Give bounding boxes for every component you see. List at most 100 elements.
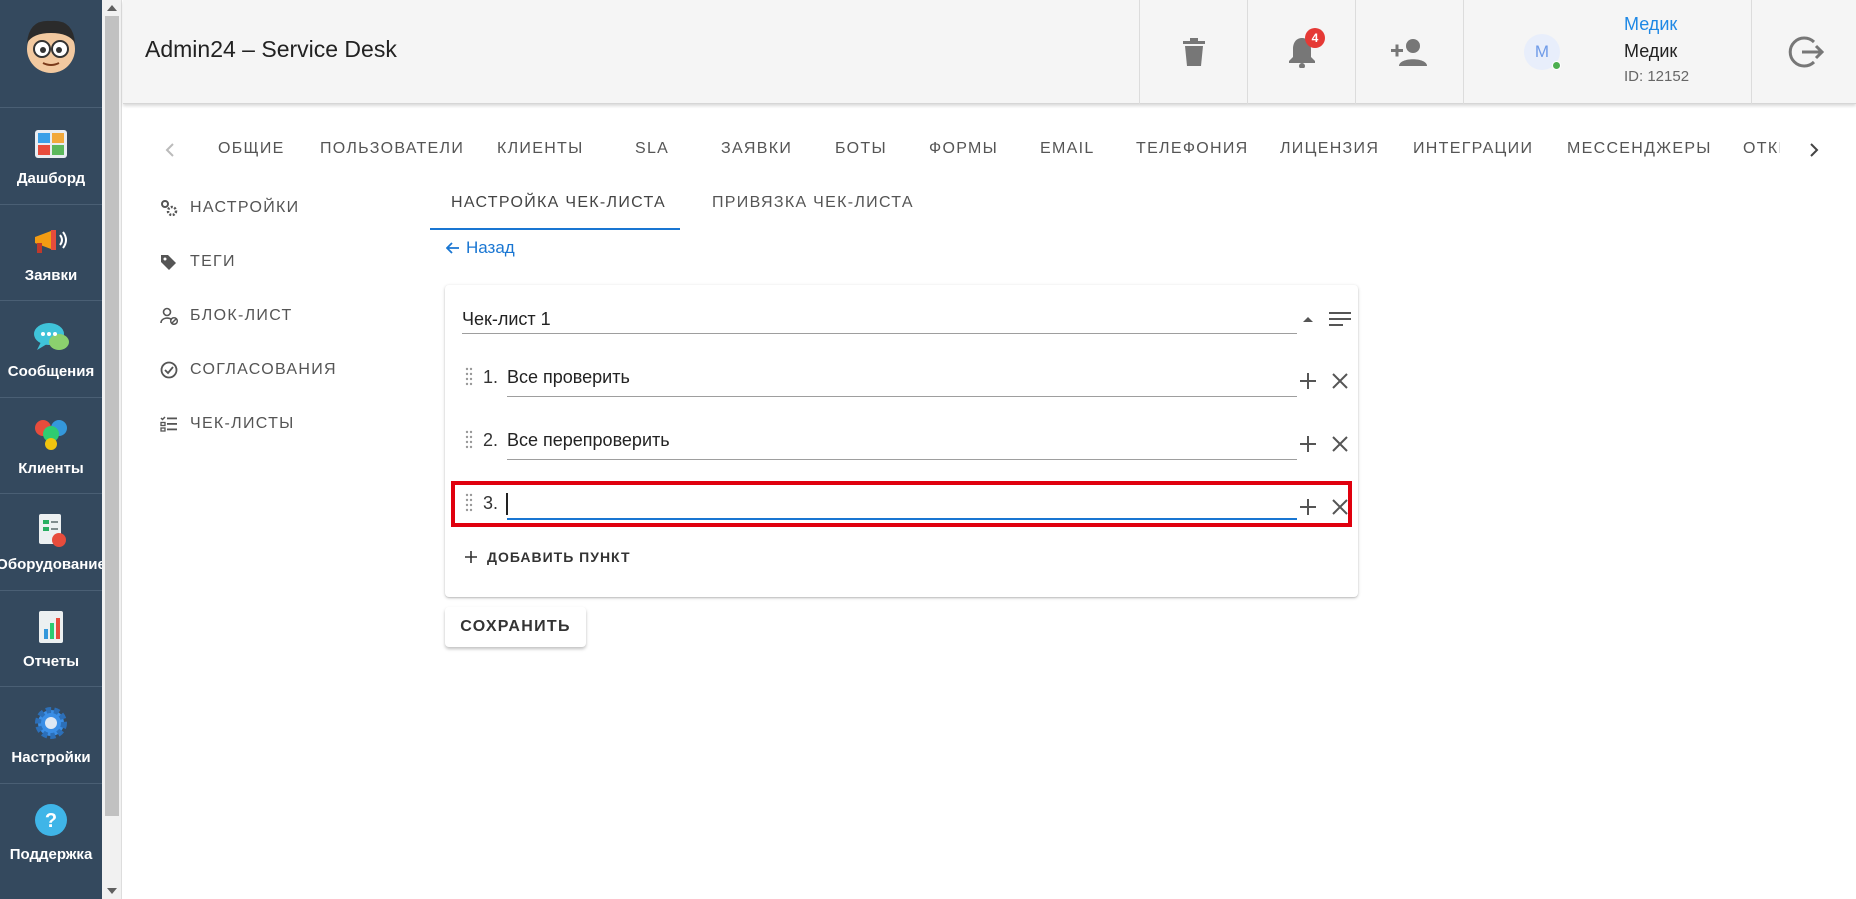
scroll-down-arrow-icon[interactable] xyxy=(107,888,117,894)
svg-text:?: ? xyxy=(45,810,57,832)
sidebar-item-dashboard[interactable]: Дашборд xyxy=(0,107,102,203)
sidebar-item-label: Заявки xyxy=(24,267,78,284)
arrow-left-icon xyxy=(446,242,459,254)
drag-handle-icon[interactable] xyxy=(465,493,473,513)
submenu-checklists[interactable]: ЧЕК-ЛИСТЫ xyxy=(160,412,295,436)
clients-icon xyxy=(31,414,71,454)
user-name: Медик xyxy=(1624,41,1678,61)
tab-clients[interactable]: КЛИЕНТЫ xyxy=(497,140,584,158)
sidebar-item-label: Сообщения xyxy=(7,363,95,380)
tab-messengers[interactable]: МЕССЕНДЖЕРЫ xyxy=(1567,140,1712,158)
plus-icon xyxy=(1300,499,1316,515)
sidebar-item-messages[interactable]: Сообщения xyxy=(0,300,102,396)
add-user-icon xyxy=(1390,39,1427,66)
sidebar-item-label: Дашборд xyxy=(16,170,86,187)
trash-icon xyxy=(1182,38,1205,66)
settings-tabs: ОБЩИЕ ПОЛЬЗОВАТЕЛИ КЛИЕНТЫ SLA ЗАЯВКИ БО… xyxy=(150,128,1830,172)
chevron-left-icon xyxy=(165,143,174,157)
tag-icon xyxy=(160,253,178,271)
checklist-title[interactable]: Чек-лист 1 xyxy=(462,309,551,330)
drag-handle-icon[interactable] xyxy=(465,430,473,450)
app-title: Admin24 – Service Desk xyxy=(145,36,397,62)
tab-checklist-binding[interactable]: ПРИВЯЗКА ЧЕК-ЛИСТА xyxy=(712,192,914,230)
scroll-up-arrow-icon[interactable] xyxy=(107,5,117,11)
item-underline xyxy=(507,396,1297,397)
submenu-blocklist[interactable]: БЛОК-ЛИСТ xyxy=(160,304,293,328)
remove-item-button[interactable] xyxy=(1328,369,1352,393)
submenu-label: БЛОК-ЛИСТ xyxy=(190,307,293,324)
tab-bots[interactable]: БОТЫ xyxy=(835,140,887,158)
help-icon: ? xyxy=(31,800,71,840)
tab-open[interactable]: ОТКР xyxy=(1743,140,1780,158)
top-header: Admin24 – Service Desk 4 М Медик Медик I… xyxy=(123,0,1856,104)
drag-handle-icon[interactable] xyxy=(465,367,473,387)
online-status-icon xyxy=(1552,61,1561,70)
checklist-card: Чек-лист 1 1. Все проверить 2. Все переп… xyxy=(445,285,1358,597)
sidebar-item-reports[interactable]: Отчеты xyxy=(0,590,102,686)
item-number: 1. xyxy=(483,367,499,387)
sidebar-item-label: Поддержка xyxy=(9,846,93,863)
close-icon xyxy=(1332,499,1348,515)
user-name-link[interactable]: Медик xyxy=(1624,14,1677,35)
item-input[interactable]: Все перепроверить xyxy=(507,430,670,451)
remove-item-button[interactable] xyxy=(1328,432,1352,456)
item-number: 2. xyxy=(483,430,499,450)
tab-users[interactable]: ПОЛЬЗОВАТЕЛИ xyxy=(320,140,464,158)
main-sidebar: Дашборд Заявки Сообщения Клиенты Оборудо… xyxy=(0,0,106,899)
submenu-tags[interactable]: ТЕГИ xyxy=(160,250,236,274)
sidebar-item-settings[interactable]: Настройки xyxy=(0,686,102,782)
dashboard-icon xyxy=(31,124,71,164)
tab-requests[interactable]: ЗАЯВКИ xyxy=(721,140,792,158)
sidebar-item-equipment[interactable]: Оборудование xyxy=(0,493,106,589)
sidebar-item-clients[interactable]: Клиенты xyxy=(0,397,102,493)
title-underline xyxy=(462,333,1297,334)
add-item-label: ДОБАВИТЬ ПУНКТ xyxy=(487,549,631,565)
back-link[interactable]: Назад xyxy=(446,238,515,258)
sidebar-item-requests[interactable]: Заявки xyxy=(0,204,102,300)
remove-item-button[interactable] xyxy=(1328,495,1352,519)
scrollbar-thumb[interactable] xyxy=(105,16,119,816)
add-subitem-button[interactable] xyxy=(1296,495,1320,519)
add-user-button[interactable] xyxy=(1355,0,1463,104)
tab-forms[interactable]: ФОРМЫ xyxy=(929,140,998,158)
item-input[interactable]: Все проверить xyxy=(507,367,630,388)
tab-label: ПРИВЯЗКА ЧЕК-ЛИСТА xyxy=(712,194,914,211)
tab-general[interactable]: ОБЩИЕ xyxy=(218,140,285,158)
tab-sla[interactable]: SLA xyxy=(635,140,669,158)
submenu-settings[interactable]: НАСТРОЙКИ xyxy=(160,196,299,220)
chat-icon xyxy=(31,317,71,357)
user-profile[interactable]: М Медик Медик ID: 12152 xyxy=(1463,0,1751,104)
check-circle-icon xyxy=(160,361,178,379)
tab-email[interactable]: EMAIL xyxy=(1040,140,1095,158)
logout-button[interactable] xyxy=(1751,0,1856,104)
trash-button[interactable] xyxy=(1139,0,1247,104)
submenu-approvals[interactable]: СОГЛАСОВАНИЯ xyxy=(160,358,337,382)
equipment-icon xyxy=(31,510,71,550)
sidebar-item-label: Отчеты xyxy=(22,653,80,670)
tab-checklist-setup[interactable]: НАСТРОЙКА ЧЕК-ЛИСТА xyxy=(430,192,680,230)
collapse-button[interactable] xyxy=(1296,307,1320,331)
sidebar-scrollbar[interactable] xyxy=(102,0,122,899)
tab-license[interactable]: ЛИЦЕНЗИЯ xyxy=(1280,140,1379,158)
save-button[interactable]: СОХРАНИТЬ xyxy=(445,607,586,647)
plus-icon xyxy=(1300,373,1316,389)
menu-button[interactable] xyxy=(1328,307,1352,331)
checklist-icon xyxy=(160,415,178,433)
add-item-button[interactable]: ДОБАВИТЬ ПУНКТ xyxy=(465,549,631,565)
add-subitem-button[interactable] xyxy=(1296,369,1320,393)
submenu-label: ТЕГИ xyxy=(190,253,236,270)
tab-integrations[interactable]: ИНТЕГРАЦИИ xyxy=(1413,140,1533,158)
tabs-next-button[interactable] xyxy=(1802,138,1826,162)
tab-label: НАСТРОЙКА ЧЕК-ЛИСТА xyxy=(451,194,666,211)
sidebar-item-support[interactable]: ? Поддержка xyxy=(0,783,102,879)
chevron-right-icon xyxy=(1810,143,1819,157)
text-cursor xyxy=(506,493,508,515)
logo-avatar[interactable] xyxy=(0,0,102,90)
avatar-face-icon xyxy=(27,20,75,73)
settings-gears-icon xyxy=(160,199,178,217)
tab-telephony[interactable]: ТЕЛЕФОНИЯ xyxy=(1136,140,1249,158)
caret-up-icon xyxy=(1303,317,1313,322)
add-subitem-button[interactable] xyxy=(1296,432,1320,456)
tabs-prev-button[interactable] xyxy=(158,138,182,162)
notifications-button[interactable]: 4 xyxy=(1247,0,1355,104)
